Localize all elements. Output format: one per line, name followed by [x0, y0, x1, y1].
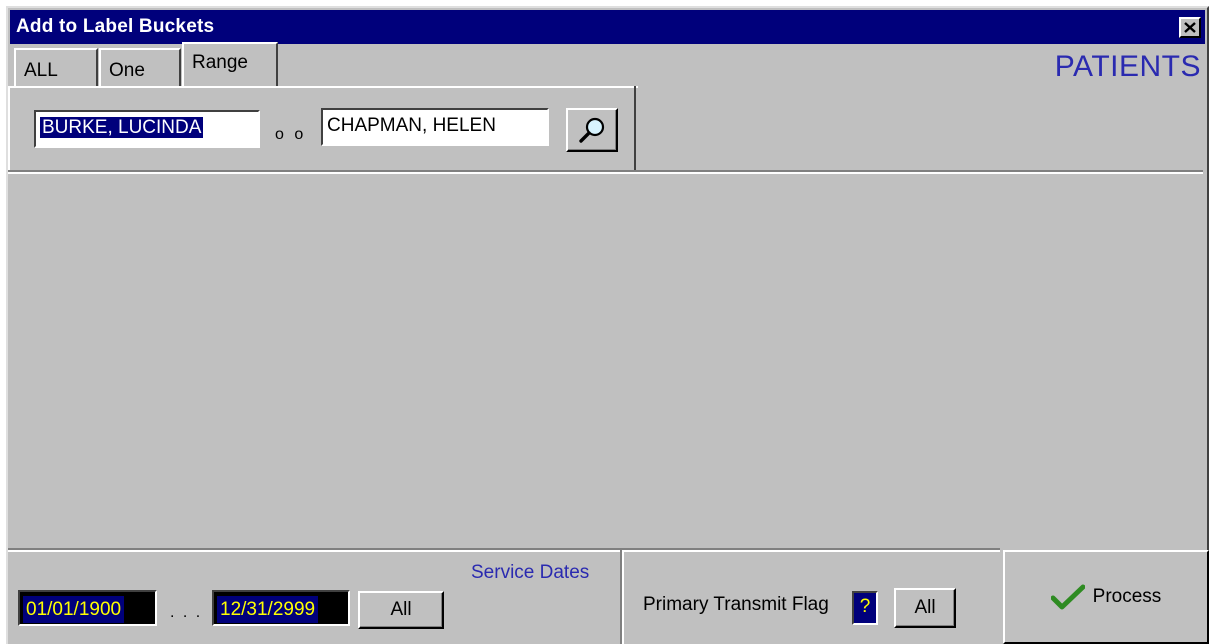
date-separator: . . .: [170, 604, 203, 621]
checkmark-icon: [1050, 584, 1085, 610]
service-date-from[interactable]: 01/01/1900: [18, 590, 157, 626]
tab-range[interactable]: Range: [182, 42, 278, 86]
button-label: All: [914, 597, 936, 618]
range-from-input[interactable]: BURKE, LUCINDA: [34, 110, 260, 148]
title-bar[interactable]: Add to Label Buckets: [10, 10, 1205, 44]
transmit-flag-value: ?: [859, 596, 871, 617]
transmit-flag-field[interactable]: ?: [852, 591, 878, 625]
service-dates-label: Service Dates: [471, 562, 590, 583]
range-from-value: BURKE, LUCINDA: [40, 117, 204, 138]
tab-label: One: [109, 60, 145, 81]
range-to-input[interactable]: CHAPMAN, HELEN: [321, 108, 549, 146]
magnifier-icon: [579, 117, 605, 143]
footer-separator-highlight: [622, 550, 624, 644]
service-dates-all-button[interactable]: All: [358, 591, 444, 629]
footer-divider-highlight: [8, 550, 1000, 552]
section-label: PATIENTS: [1054, 50, 1201, 83]
process-label: Process: [1092, 586, 1162, 607]
search-button[interactable]: [566, 108, 618, 152]
tab-label: Range: [192, 52, 248, 73]
close-icon: [1184, 22, 1196, 33]
transmit-flag-all-button[interactable]: All: [894, 588, 956, 628]
service-date-from-value: 01/01/1900: [23, 596, 125, 623]
service-date-to[interactable]: 12/31/2999: [212, 590, 350, 626]
range-separator: o o: [275, 126, 307, 143]
tab-label: ALL: [24, 60, 58, 81]
process-button[interactable]: Process: [1003, 550, 1209, 644]
range-to-value: CHAPMAN, HELEN: [327, 115, 496, 136]
window-title: Add to Label Buckets: [16, 16, 215, 37]
tab-all[interactable]: ALL: [14, 48, 98, 86]
header-divider-highlight: [8, 172, 1203, 174]
button-label: All: [390, 599, 412, 620]
tab-one[interactable]: One: [99, 48, 181, 86]
service-date-to-value: 12/31/2999: [217, 596, 319, 623]
close-button[interactable]: [1179, 17, 1201, 38]
transmit-flag-label: Primary Transmit Flag: [643, 594, 829, 615]
